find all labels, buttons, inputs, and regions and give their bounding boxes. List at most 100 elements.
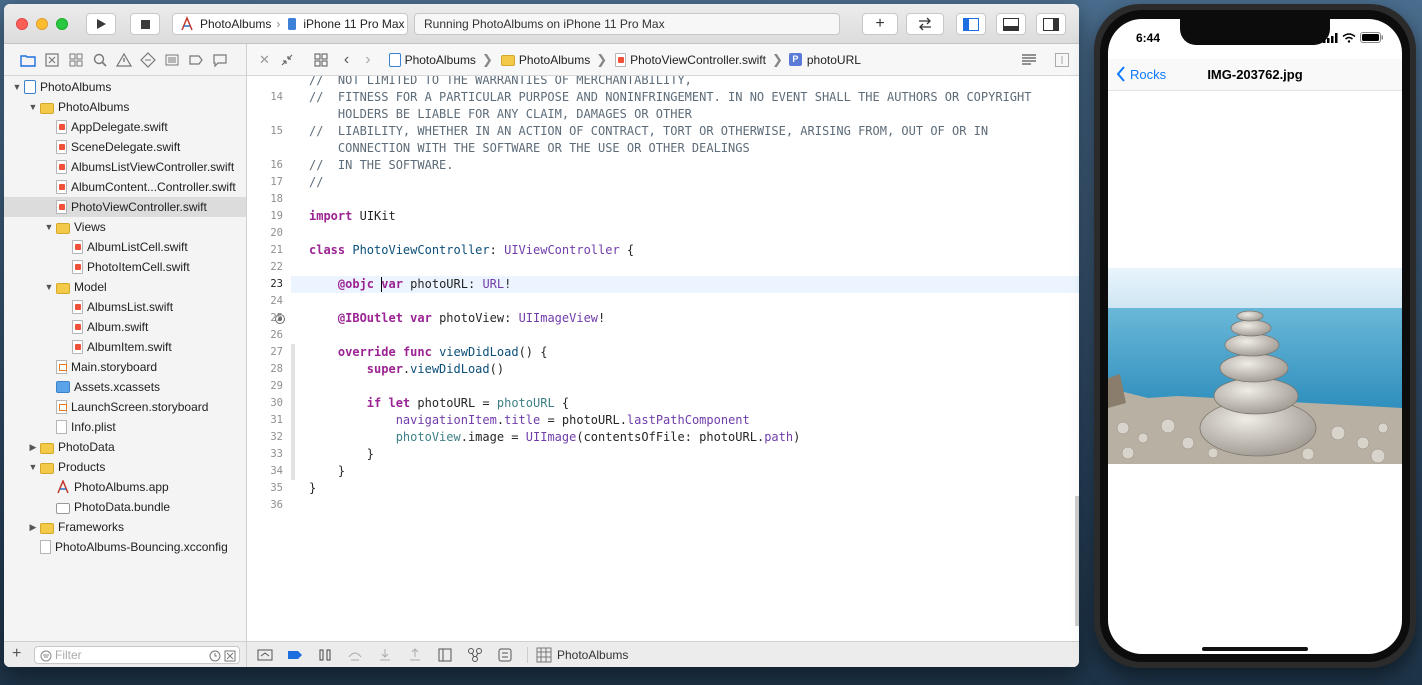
back-arrow-icon[interactable]: ‹ (344, 51, 349, 69)
code-line[interactable]: override func viewDidLoad() { (309, 344, 548, 361)
disclosure-open-icon[interactable]: ▼ (44, 222, 54, 232)
scheme-selector[interactable]: PhotoAlbums › iPhone 11 Pro Max (172, 13, 408, 35)
code-line[interactable]: photoView.image = UIImage(contentsOfFile… (309, 429, 801, 446)
view-debugger-icon[interactable] (437, 647, 453, 663)
code-line[interactable]: if let photoURL = photoURL { (309, 395, 569, 412)
debug-target[interactable]: PhotoAlbums (527, 646, 628, 663)
zoom-window-button[interactable] (56, 18, 68, 30)
connection-outlet-icon[interactable] (275, 314, 285, 324)
code-line[interactable]: HOLDERS BE LIABLE FOR ANY CLAIM, DAMAGES… (309, 106, 692, 123)
code-line[interactable]: navigationItem.title = photoURL.lastPath… (309, 412, 750, 429)
navigator-item[interactable]: PhotoData.bundle (4, 497, 246, 517)
code-line[interactable]: } (309, 463, 345, 480)
vertical-scrollbar[interactable] (1075, 496, 1079, 626)
code-line[interactable]: } (309, 480, 316, 497)
code-line[interactable]: class PhotoViewController: UIViewControl… (309, 242, 634, 259)
code-line[interactable]: super.viewDidLoad() (309, 361, 504, 378)
navigator-item[interactable]: ▼ PhotoAlbums (4, 77, 246, 97)
environment-overrides-icon[interactable] (497, 647, 513, 663)
library-button[interactable]: + (862, 13, 898, 35)
navigator-item[interactable]: PhotoAlbums.app (4, 477, 246, 497)
toggle-inspector-button[interactable] (1036, 13, 1066, 35)
hide-debug-area-icon[interactable] (257, 647, 273, 663)
navigator-item[interactable]: PhotoItemCell.swift (4, 257, 246, 277)
code-line[interactable]: // (309, 174, 323, 191)
navigator-item[interactable]: Assets.xcassets (4, 377, 246, 397)
symbol-navigator-icon[interactable] (68, 52, 84, 68)
navigator-item[interactable]: AlbumsList.swift (4, 297, 246, 317)
navigator-item[interactable]: Main.storyboard (4, 357, 246, 377)
close-window-button[interactable] (16, 18, 28, 30)
search-icon[interactable] (92, 52, 108, 68)
navigator-item[interactable]: Album.swift (4, 317, 246, 337)
breadcrumb-project[interactable]: PhotoAlbums (387, 52, 476, 67)
code-line[interactable]: @objc var photoURL: URL! (309, 276, 511, 293)
step-over-icon[interactable] (347, 647, 363, 663)
editor-options-icon[interactable] (1021, 53, 1037, 67)
toggle-navigator-button[interactable] (956, 13, 986, 35)
navigator-item[interactable]: AlbumListCell.swift (4, 237, 246, 257)
filter-input[interactable]: Filter (34, 646, 240, 664)
minimize-window-button[interactable] (36, 18, 48, 30)
add-editor-icon[interactable] (1055, 53, 1069, 67)
code-review-button[interactable] (906, 13, 944, 35)
breadcrumb-file[interactable]: PhotoViewController.swift (613, 52, 766, 67)
scm-filter-icon[interactable] (224, 650, 236, 662)
step-into-icon[interactable] (377, 647, 393, 663)
code-line[interactable]: // FITNESS FOR A PARTICULAR PURPOSE AND … (309, 89, 1031, 106)
navigator-item[interactable]: PhotoViewController.swift (4, 197, 246, 217)
navigator-item[interactable]: ▼ PhotoAlbums (4, 97, 246, 117)
breakpoints-toggle-icon[interactable] (287, 647, 303, 663)
code-line[interactable]: } (309, 446, 374, 463)
code-line[interactable]: import UIKit (309, 208, 396, 225)
code-line[interactable]: // LIABILITY, WHETHER IN AN ACTION OF CO… (309, 123, 988, 140)
navigator-item[interactable]: ▼ Products (4, 457, 246, 477)
step-out-icon[interactable] (407, 647, 423, 663)
navigator-item[interactable]: AlbumsListViewController.swift (4, 157, 246, 177)
disclosure-closed-icon[interactable]: ▶ (28, 522, 38, 533)
home-indicator[interactable] (1202, 647, 1308, 651)
warning-icon[interactable] (116, 52, 132, 68)
report-navigator-icon[interactable] (212, 52, 228, 68)
line-number-gutter[interactable]: 14 15 16 17 18 19 20 21 22 23 24 25 26 27 28 29 30 31 32 33… (247, 76, 291, 641)
navigator-item[interactable]: LaunchScreen.storyboard (4, 397, 246, 417)
breadcrumb-group[interactable]: PhotoAlbums (499, 53, 590, 67)
navigator-item[interactable]: Info.plist (4, 417, 246, 437)
test-navigator-icon[interactable] (140, 51, 156, 68)
toggle-debug-area-button[interactable] (996, 13, 1026, 35)
navigator-item[interactable]: ▼ Views (4, 217, 246, 237)
navigator-item[interactable]: ▼ Model (4, 277, 246, 297)
code-line[interactable]: @IBOutlet var photoView: UIImageView! (309, 310, 605, 327)
source-editor[interactable]: 14 15 16 17 18 19 20 21 22 23 24 25 26 27 28 29 30 31 32 33… (247, 76, 1079, 641)
navigator-item[interactable]: ▶ Frameworks (4, 517, 246, 537)
collapse-icon[interactable] (280, 53, 294, 67)
stop-button[interactable] (130, 13, 160, 35)
disclosure-open-icon[interactable]: ▼ (44, 282, 54, 292)
navigator-item[interactable]: ▶ PhotoData (4, 437, 246, 457)
simulator-screen[interactable]: 6:44 Rocks IMG-203762.jpg (1108, 19, 1402, 654)
code-line[interactable]: // NOT LIMITED TO THE WARRANTIES OF MERC… (309, 76, 692, 89)
recent-files-icon[interactable] (209, 650, 221, 662)
code-fold-ribbon[interactable] (291, 344, 295, 480)
code-line[interactable]: // IN THE SOFTWARE. (309, 157, 454, 174)
navigator-item[interactable]: AppDelegate.swift (4, 117, 246, 137)
breadcrumb-symbol[interactable]: P photoURL (788, 53, 861, 67)
code-line[interactable]: CONNECTION WITH THE SOFTWARE OR THE USE … (309, 140, 750, 157)
navigator-item[interactable]: PhotoAlbums-Bouncing.xcconfig (4, 537, 246, 557)
close-editor-icon[interactable]: ✕ (259, 52, 270, 68)
disclosure-open-icon[interactable]: ▼ (12, 82, 22, 92)
disclosure-open-icon[interactable]: ▼ (28, 462, 38, 472)
related-items-icon[interactable] (314, 53, 328, 67)
run-button[interactable] (86, 13, 116, 35)
navigator-item[interactable]: SceneDelegate.swift (4, 137, 246, 157)
pause-icon[interactable] (317, 647, 333, 663)
project-navigator-icon[interactable] (20, 52, 36, 68)
breakpoint-navigator-icon[interactable] (188, 52, 204, 68)
forward-arrow-icon[interactable]: › (365, 51, 370, 69)
navigator-item[interactable]: AlbumItem.swift (4, 337, 246, 357)
memory-graph-icon[interactable] (467, 647, 483, 663)
disclosure-closed-icon[interactable]: ▶ (28, 442, 38, 453)
add-icon[interactable]: + (12, 645, 21, 663)
disclosure-open-icon[interactable]: ▼ (28, 102, 38, 112)
source-control-navigator-icon[interactable] (44, 52, 60, 68)
